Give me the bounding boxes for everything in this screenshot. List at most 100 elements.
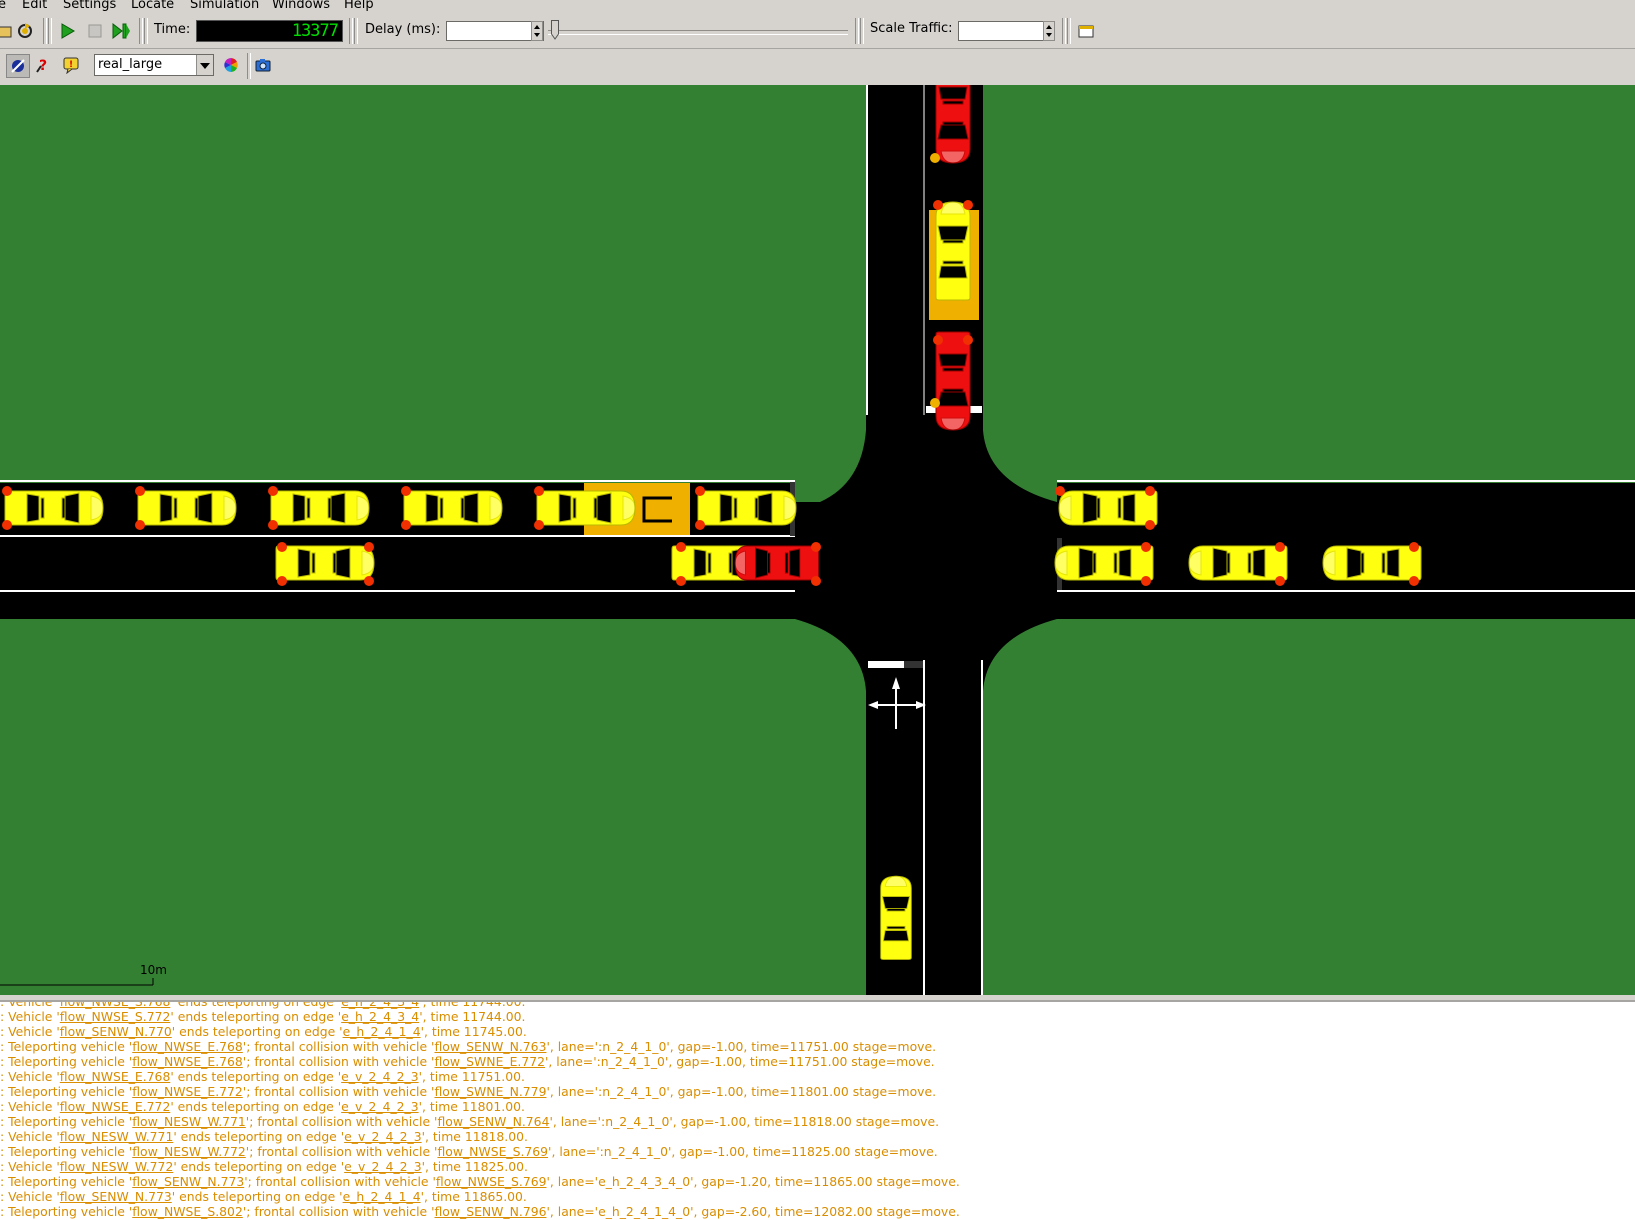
message-link[interactable]: flow_SENW_N.763 [434, 1039, 546, 1054]
menu-edit[interactable]: Edit [22, 0, 47, 12]
time-label: Time: [154, 22, 191, 37]
vehicle[interactable] [930, 85, 971, 164]
message-text: ', lane=':n_2_4_1_0', gap=-1.00, time=11… [546, 1084, 937, 1099]
message-line: : Teleporting vehicle 'flow_NWSE_S.802';… [0, 1204, 960, 1219]
edit-coloring-button[interactable] [220, 54, 242, 76]
message-link[interactable]: flow_SENW_N.773 [132, 1174, 244, 1189]
message-link[interactable]: e_h_2_4_1_4 [343, 1024, 421, 1039]
message-link[interactable]: e_h_2_4_1_4 [343, 1189, 421, 1204]
message-text: '; frontal collision with vehicle ' [242, 1054, 435, 1069]
message-link[interactable]: flow_SENW_N.764 [437, 1114, 549, 1129]
message-window[interactable]: : Vehicle 'flow_NWSE_S.768' ends telepor… [0, 1000, 1635, 1220]
message-link[interactable]: flow_SENW_N.770 [60, 1024, 172, 1039]
message-link[interactable]: flow_NWSE_S.802 [132, 1204, 243, 1219]
message-link[interactable]: e_h_2_4_3_4 [341, 1002, 419, 1009]
new-view-button[interactable] [1075, 20, 1097, 42]
message-line: : Teleporting vehicle 'flow_NESW_W.771';… [0, 1114, 939, 1129]
scale-traffic-field[interactable]: 1 [958, 21, 1055, 41]
delay-spinner[interactable] [531, 21, 543, 41]
message-link[interactable]: flow_NWSE_S.769 [437, 1144, 548, 1159]
menu-windows[interactable]: Windows [272, 0, 330, 12]
message-link[interactable]: flow_SWNE_N.779 [434, 1084, 546, 1099]
reload-button[interactable] [14, 20, 36, 42]
stop-button[interactable] [84, 20, 106, 42]
message-link[interactable]: flow_NESW_W.772 [132, 1144, 246, 1159]
menu-file[interactable]: e [0, 0, 6, 12]
vehicle[interactable] [534, 486, 636, 530]
stop-line [904, 661, 923, 668]
message-text: ' ends teleporting on edge ' [171, 1189, 343, 1204]
toolbar-separator [1067, 18, 1071, 44]
screenshot-button[interactable] [252, 54, 274, 76]
menu-help[interactable]: Help [344, 0, 374, 12]
message-link[interactable]: flow_NESW_W.771 [60, 1129, 174, 1144]
vehicle[interactable] [1054, 542, 1154, 586]
vehicle[interactable] [933, 200, 973, 301]
message-link[interactable]: e_h_2_4_3_4 [341, 1009, 419, 1024]
scale-traffic-spinner[interactable] [1043, 21, 1055, 41]
message-text: : Vehicle ' [0, 1000, 60, 1009]
vehicle[interactable] [1322, 542, 1422, 586]
message-text: ', lane=':n_2_4_1_0', gap=-1.00, time=11… [546, 1039, 937, 1054]
message-link[interactable]: flow_NWSE_E.768 [132, 1054, 243, 1069]
toolbar-separator [247, 53, 251, 79]
scale-traffic-label: Scale Traffic: [870, 21, 953, 36]
message-text: ' ends teleporting on edge ' [173, 1159, 345, 1174]
message-link[interactable]: e_v_2_4_2_3 [341, 1099, 418, 1114]
message-line: : Vehicle 'flow_NESW_W.772' ends telepor… [0, 1159, 528, 1174]
vehicle[interactable] [2, 486, 104, 530]
step-button[interactable] [110, 20, 132, 42]
message-link[interactable]: flow_SWNE_E.772 [434, 1054, 545, 1069]
message-text: : Vehicle ' [0, 1129, 60, 1144]
chevron-down-icon[interactable] [196, 55, 213, 75]
vehicle[interactable] [1188, 542, 1288, 586]
message-link[interactable]: flow_SENW_N.773 [60, 1189, 172, 1204]
vehicle[interactable] [275, 542, 375, 586]
vehicle[interactable] [695, 486, 797, 530]
network-canvas [0, 85, 1635, 995]
vehicle[interactable] [135, 486, 237, 530]
vehicle[interactable] [880, 875, 912, 960]
locate-junction-button[interactable]: ? [33, 54, 55, 76]
message-link[interactable]: flow_NWSE_E.772 [132, 1084, 243, 1099]
message-text: : Vehicle ' [0, 1024, 60, 1039]
vehicle[interactable] [401, 486, 503, 530]
message-text: : Teleporting vehicle ' [0, 1174, 133, 1189]
message-link[interactable]: e_v_2_4_2_3 [344, 1159, 421, 1174]
menu-settings[interactable]: Settings [63, 0, 116, 12]
menu-simulation[interactable]: Simulation [190, 0, 259, 12]
message-link[interactable]: e_v_2_4_2_3 [344, 1129, 421, 1144]
message-link[interactable]: flow_NWSE_E.768 [132, 1039, 243, 1054]
vehicle[interactable] [930, 331, 973, 431]
message-text: ', time 11825.00. [421, 1159, 528, 1174]
network-view[interactable]: 10m [0, 85, 1635, 995]
junction-corner [820, 430, 866, 502]
delay-field[interactable]: 0 [446, 21, 544, 41]
vehicle[interactable] [268, 486, 370, 530]
message-link[interactable]: flow_NWSE_E.768 [60, 1069, 171, 1084]
message-link[interactable]: flow_NESW_W.772 [60, 1159, 174, 1174]
run-button[interactable] [56, 20, 78, 42]
message-link[interactable]: flow_SENW_N.796 [435, 1204, 547, 1219]
vehicle[interactable] [1055, 486, 1158, 530]
message-text: ', lane='e_h_2_4_3_4_0', gap=-1.20, time… [546, 1174, 960, 1189]
color-scheme-value: real_large [98, 57, 163, 72]
message-link[interactable]: flow_NESW_W.771 [132, 1114, 246, 1129]
message-link[interactable]: e_v_2_4_2_3 [341, 1069, 418, 1084]
message-link[interactable]: flow_NWSE_S.769 [436, 1174, 547, 1189]
message-link[interactable]: flow_NWSE_S.772 [60, 1009, 171, 1024]
show-tooltips-button[interactable]: ! [60, 54, 82, 76]
recenter-view-button[interactable] [6, 54, 30, 78]
message-text: ', time 11745.00. [420, 1024, 527, 1039]
menu-locate[interactable]: Locate [131, 0, 174, 12]
delay-slider-handle[interactable] [551, 20, 559, 40]
message-link[interactable]: flow_NWSE_S.768 [60, 1002, 171, 1009]
message-line: : Teleporting vehicle 'flow_NESW_W.772';… [0, 1144, 938, 1159]
message-text: '; frontal collision with vehicle ' [242, 1039, 435, 1054]
stop-line [868, 661, 904, 668]
vehicle[interactable] [734, 542, 821, 586]
message-link[interactable]: flow_NWSE_E.772 [60, 1099, 171, 1114]
delay-slider-track[interactable] [548, 30, 848, 35]
message-line: : Vehicle 'flow_NWSE_E.772' ends telepor… [0, 1099, 525, 1114]
color-scheme-select[interactable]: real_large [94, 54, 214, 76]
